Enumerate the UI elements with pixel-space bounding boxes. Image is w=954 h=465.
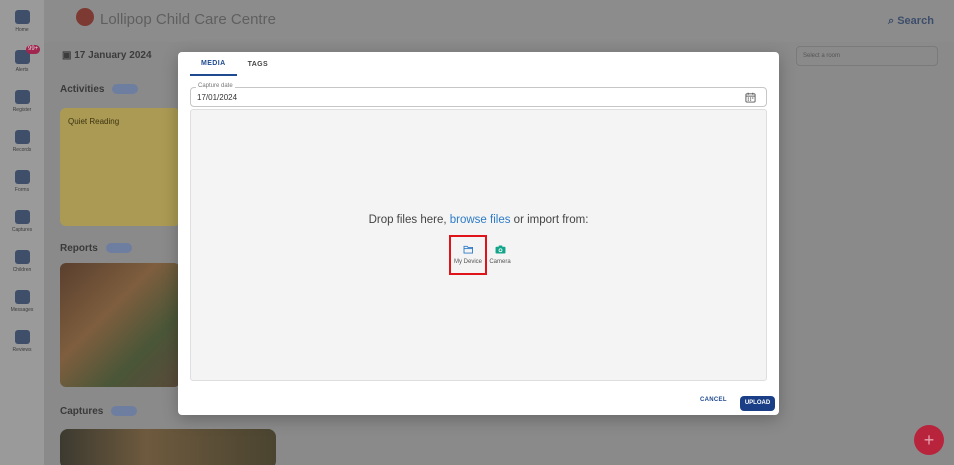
- sidebar-item-alerts[interactable]: 99+ Alerts: [0, 45, 44, 84]
- calendar-icon[interactable]: [745, 92, 756, 103]
- upload-media-dialog: MEDIA TAGS Capture date 17/01/2024 Drop …: [178, 52, 779, 415]
- calendar-icon: [14, 90, 30, 104]
- centre-logo: [76, 8, 94, 26]
- camera-label: Camera: [489, 259, 511, 265]
- browse-files-link[interactable]: browse files: [450, 214, 511, 226]
- search-label: Search: [897, 15, 934, 27]
- capture-date-value: 17/01/2024: [197, 93, 238, 102]
- drop-prefix: Drop files here,: [368, 214, 447, 226]
- capture-photo-card[interactable]: [60, 429, 276, 465]
- section-title: Reports: [60, 243, 98, 254]
- form-icon: [14, 170, 30, 184]
- card-title: Quiet Reading: [68, 117, 120, 126]
- sidebar-item-children[interactable]: Children: [0, 248, 44, 284]
- date-label: 17 January 2024: [74, 50, 152, 61]
- activities-heading: Activities: [60, 84, 139, 95]
- my-device-highlight: [449, 235, 487, 275]
- count-pill: [111, 406, 138, 417]
- review-icon: [14, 330, 30, 344]
- reports-heading: Reports: [60, 243, 132, 254]
- captures-heading: Captures: [60, 406, 138, 417]
- sidebar-item-label: Home: [15, 27, 29, 33]
- sidebar-item-label: Alerts: [15, 67, 29, 73]
- report-photo-card[interactable]: [60, 263, 180, 387]
- search-button[interactable]: ⌕ Search: [888, 15, 934, 28]
- cancel-button[interactable]: CANCEL: [700, 397, 727, 403]
- image-icon: [14, 210, 30, 224]
- app-title: Lollipop Child Care Centre: [100, 11, 276, 28]
- sidebar-item-captures[interactable]: Captures: [0, 208, 44, 244]
- sidebar-item-forms[interactable]: Forms: [0, 168, 44, 204]
- sidebar-item-home[interactable]: Home: [0, 8, 44, 44]
- upload-button[interactable]: UPLOAD: [740, 396, 775, 411]
- room-select[interactable]: Select a room: [796, 46, 938, 66]
- child-icon: [14, 250, 30, 264]
- alerts-badge: 99+: [26, 45, 41, 54]
- sidebar-item-label: Children: [12, 267, 32, 273]
- count-pill: [112, 84, 139, 95]
- capture-date-field[interactable]: Capture date 17/01/2024: [190, 83, 767, 107]
- camera-button[interactable]: Camera: [482, 239, 518, 275]
- add-fab-button[interactable]: +: [914, 425, 944, 455]
- tab-tags[interactable]: TAGS: [237, 52, 280, 76]
- drop-instructions: Drop files here, browse files or import …: [191, 214, 766, 226]
- dialog-tabs: MEDIA TAGS: [190, 52, 279, 76]
- sidebar-item-records[interactable]: Records: [0, 128, 44, 164]
- date-picker[interactable]: ▣ 17 January 2024: [62, 50, 152, 61]
- sidebar-item-label: Register: [12, 107, 32, 113]
- sidebar: Home 99+ Alerts Register Records Forms C…: [0, 0, 44, 465]
- section-title: Activities: [60, 84, 105, 95]
- home-icon: [14, 10, 30, 24]
- capture-date-label: Capture date: [196, 83, 235, 89]
- sidebar-item-label: Captures: [11, 227, 33, 233]
- sidebar-item-reviews[interactable]: Reviews: [0, 328, 44, 364]
- activity-card[interactable]: Quiet Reading: [60, 108, 180, 226]
- message-icon: [14, 290, 30, 304]
- sidebar-item-label: Forms: [14, 187, 30, 193]
- sidebar-item-label: Records: [12, 147, 32, 153]
- section-title: Captures: [60, 406, 104, 417]
- drop-suffix: or import from:: [513, 214, 589, 226]
- document-icon: [14, 130, 30, 144]
- sidebar-item-label: Reviews: [12, 347, 32, 353]
- sidebar-item-register[interactable]: Register: [0, 88, 44, 124]
- tab-media[interactable]: MEDIA: [190, 52, 237, 76]
- file-dropzone[interactable]: Drop files here, browse files or import …: [190, 109, 767, 381]
- camera-icon: [495, 245, 505, 254]
- sidebar-item-label: Messages: [10, 307, 34, 313]
- count-pill: [105, 243, 132, 254]
- sidebar-item-messages[interactable]: Messages: [0, 288, 44, 324]
